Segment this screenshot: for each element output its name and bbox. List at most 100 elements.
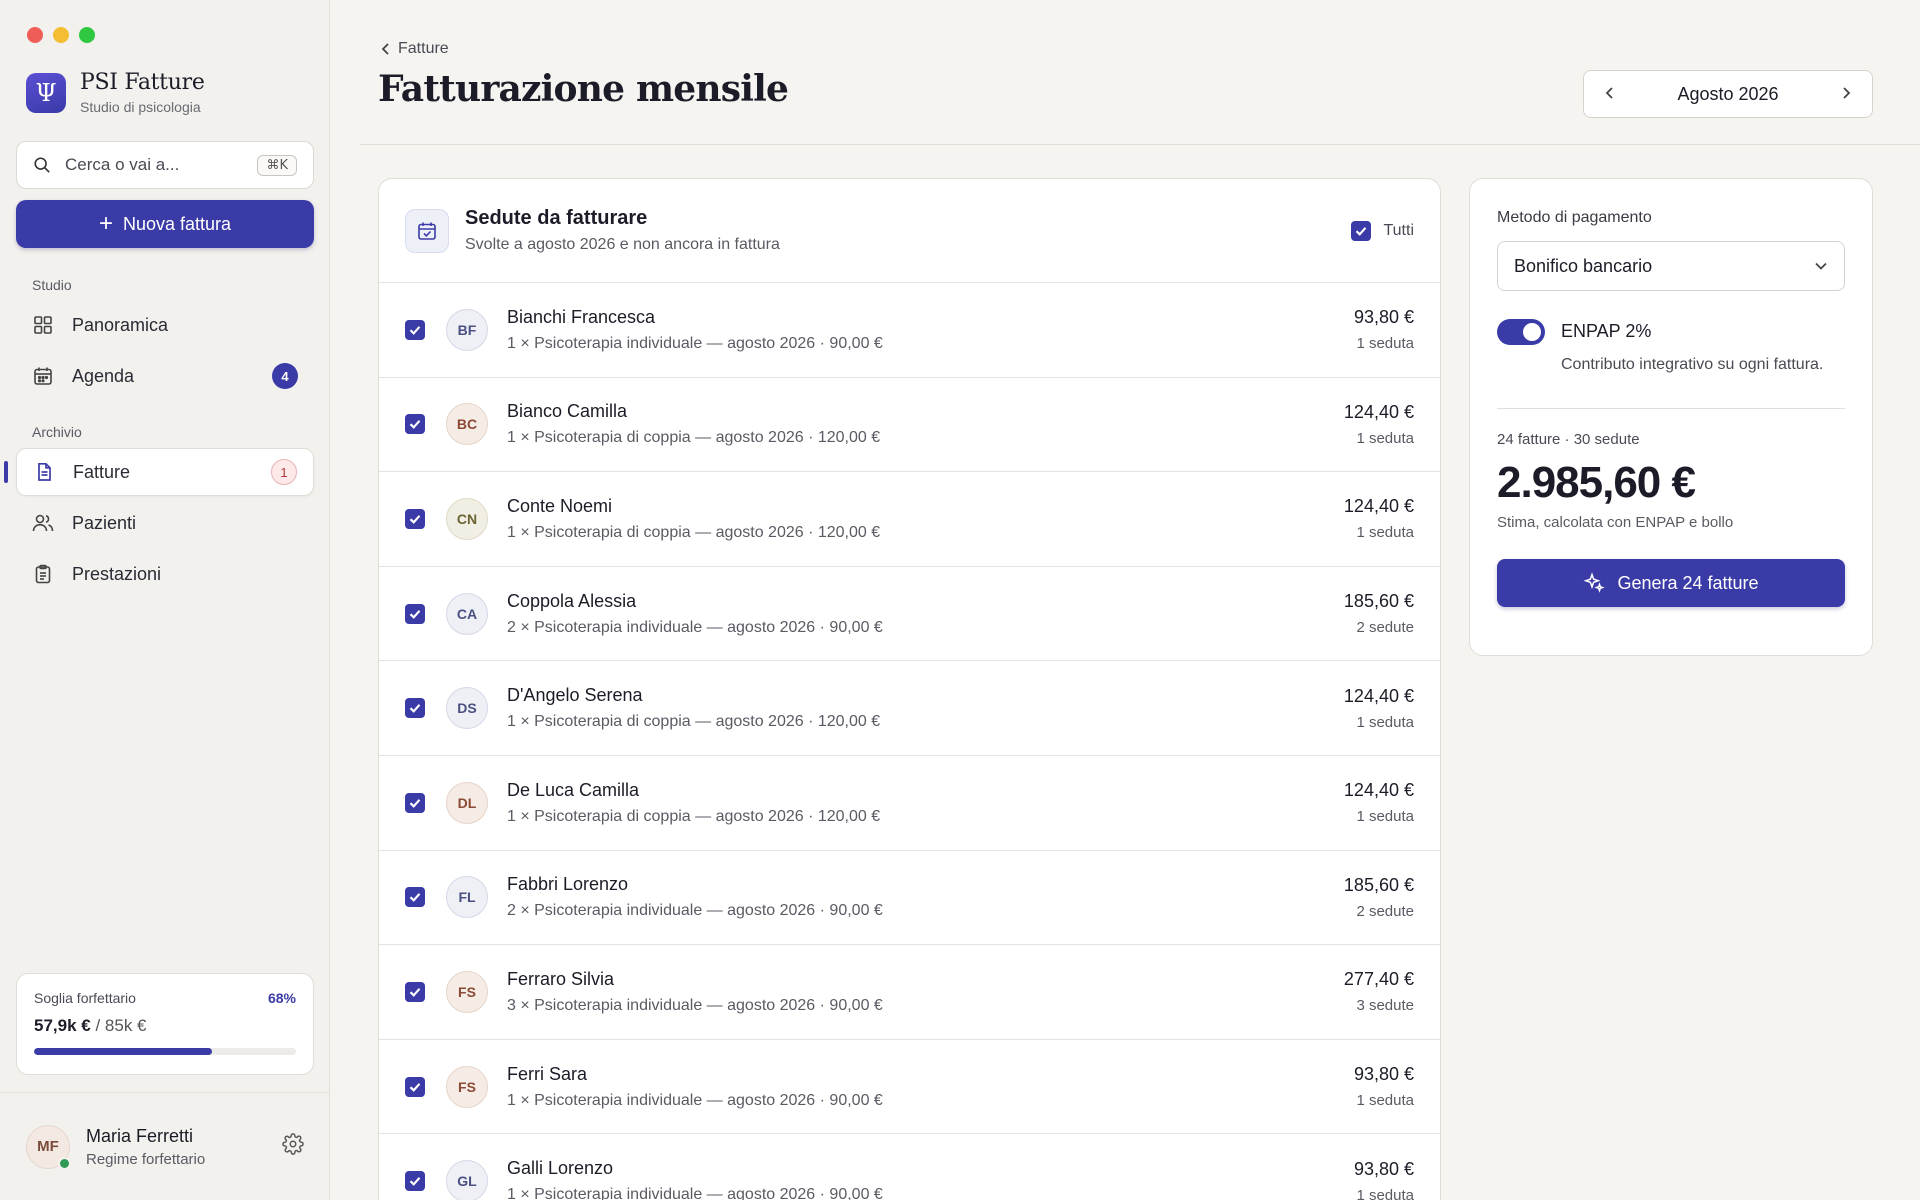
summary-note: Stima, calcolata con ENPAP e bollo	[1497, 514, 1734, 531]
header-divider	[360, 144, 1920, 145]
table-row[interactable]: CA Coppola Alessia 2 × Psicoterapia indivi…	[379, 567, 1440, 662]
check-icon	[1356, 226, 1367, 236]
session-count: 1 seduta	[1356, 335, 1414, 353]
row-amount: 93,80 €	[1353, 1158, 1414, 1179]
session-description: 1 × Psicoterapia di coppia — agosto 2026…	[507, 807, 881, 825]
summary-counts: 24 fatture · 30 sedute	[1497, 431, 1640, 448]
patient-name: Ferraro Silvia	[507, 968, 615, 989]
search-input[interactable]: Cerca o vai a... ⌘K	[16, 141, 314, 189]
sidebar-item-prestazioni[interactable]: Prestazioni	[16, 550, 314, 598]
row-checkbox[interactable]	[405, 603, 425, 624]
table-row[interactable]: BF Bianchi Francesca 1 × Psicoterapia indi…	[379, 283, 1440, 378]
session-count: 2 sedute	[1356, 619, 1414, 637]
row-checkbox[interactable]	[405, 319, 425, 340]
session-description: 1 × Psicoterapia di coppia — agosto 2026…	[507, 429, 881, 447]
session-description: 1 × Psicoterapia individuale — agosto 20…	[507, 334, 883, 352]
row-checkbox[interactable]	[405, 414, 425, 435]
row-amount: 93,80 €	[1353, 307, 1414, 328]
avatar[interactable]: MF	[26, 1124, 71, 1170]
check-icon	[409, 1082, 421, 1092]
check-icon	[409, 798, 421, 808]
table-row[interactable]: CN Conte Noemi 1 × Psicoterapia di coppia …	[379, 472, 1440, 567]
table-row[interactable]: DS D'Angelo Serena 1 × Psicoterapia di cop…	[379, 661, 1440, 756]
enpap-description: Contributo integrativo su ogni fattura.	[1561, 356, 1824, 373]
row-checkbox[interactable]	[405, 981, 425, 1002]
patient-name: D'Angelo Serena	[507, 685, 643, 706]
sidebar-item-agenda[interactable]: Agenda 4	[16, 352, 314, 400]
check-icon	[409, 1177, 421, 1187]
sidebar-item-fatture[interactable]: Fatture 1	[16, 448, 314, 496]
next-month-button[interactable]	[1836, 84, 1856, 105]
session-count: 3 sedute	[1356, 997, 1414, 1015]
online-status-dot	[58, 1156, 71, 1170]
new-invoice-label: Nuova fattura	[122, 213, 232, 234]
checkbox-checked	[1351, 220, 1372, 241]
breadcrumb[interactable]: Fatture	[380, 40, 449, 58]
search-icon	[34, 157, 50, 173]
new-invoice-button[interactable]: + Nuova fattura	[16, 200, 314, 248]
app-name: PSI Fatture	[80, 70, 205, 95]
threshold-percent: 68%	[267, 990, 296, 1006]
check-icon	[409, 609, 421, 619]
table-row[interactable]: BC Bianco Camilla 1 × Psicoterapia di copp…	[379, 378, 1440, 473]
sidebar-item-label: Agenda	[72, 365, 135, 386]
payment-method-value: Bonifico bancario	[1514, 255, 1653, 276]
page-title: Fatturazione mensile	[378, 68, 789, 110]
section-label-studio: Studio	[32, 277, 72, 293]
row-checkbox[interactable]	[405, 698, 425, 719]
table-row[interactable]: FS Ferraro Silvia 3 × Psicoterapia individ…	[379, 945, 1440, 1040]
agenda-count-badge: 4	[272, 363, 298, 389]
sidebar-item-panoramica[interactable]: Panoramica	[16, 301, 314, 349]
select-all-label: Tutti	[1383, 221, 1414, 239]
payment-method-select[interactable]: Bonifico bancario	[1497, 241, 1845, 291]
patient-avatar: FL	[446, 876, 488, 919]
avatar-initials: MF	[37, 1138, 59, 1155]
generate-invoices-label: Genera 24 fatture	[1617, 572, 1759, 593]
table-row[interactable]: GL Galli Lorenzo 1 × Psicoterapia individu…	[379, 1134, 1440, 1200]
plus-icon: +	[98, 210, 113, 237]
row-checkbox[interactable]	[405, 887, 425, 908]
threshold-progress-bar	[34, 1048, 296, 1055]
session-description: 3 × Psicoterapia individuale — agosto 20…	[507, 996, 883, 1014]
patient-name: Fabbri Lorenzo	[507, 874, 629, 895]
generate-invoices-button[interactable]: Genera 24 fatture	[1497, 559, 1845, 607]
patient-avatar: BC	[446, 403, 488, 446]
table-row[interactable]: FL Fabbri Lorenzo 2 × Psicoterapia individ…	[379, 851, 1440, 946]
session-count: 1 seduta	[1356, 524, 1414, 542]
select-all-checkbox[interactable]: Tutti	[1351, 220, 1414, 241]
zoom-window-button[interactable]	[79, 27, 95, 43]
threshold-limit: / 85k €	[95, 1016, 147, 1035]
user-regime: Regime forfettario	[86, 1150, 206, 1168]
table-row[interactable]: FS Ferri Sara 1 × Psicoterapia individuale…	[379, 1040, 1440, 1135]
row-checkbox[interactable]	[405, 508, 425, 529]
check-icon	[409, 988, 421, 997]
row-checkbox[interactable]	[405, 1171, 425, 1192]
close-window-button[interactable]	[27, 27, 43, 43]
list-subtitle: Svolte a agosto 2026 e non ancora in fat…	[465, 236, 780, 253]
active-indicator	[4, 461, 8, 483]
check-icon	[409, 893, 421, 903]
prev-month-button[interactable]	[1600, 84, 1620, 105]
chevron-down-icon	[1815, 262, 1827, 270]
sidebar-item-pazienti[interactable]: Pazienti	[16, 499, 314, 547]
check-icon	[409, 420, 421, 430]
patient-name: Coppola Alessia	[507, 590, 637, 611]
calendar-check-icon	[405, 208, 449, 253]
table-row[interactable]: DL De Luca Camilla 1 × Psicoterapia di cop…	[379, 756, 1440, 851]
brand: Ψ PSI Fatture Studio di psicologia	[26, 70, 205, 115]
session-description: 2 × Psicoterapia individuale — agosto 20…	[507, 902, 883, 920]
gear-icon[interactable]	[282, 1133, 304, 1160]
breadcrumb-label: Fatture	[398, 40, 449, 57]
row-checkbox[interactable]	[405, 792, 425, 813]
patient-avatar: CN	[446, 497, 488, 540]
patient-avatar: DS	[446, 687, 488, 730]
sidebar-item-label: Panoramica	[72, 314, 169, 335]
patient-avatar: GL	[446, 1160, 488, 1200]
enpap-toggle[interactable]	[1497, 319, 1545, 345]
row-checkbox[interactable]	[405, 1076, 425, 1097]
users-icon	[32, 512, 54, 534]
session-description: 2 × Psicoterapia individuale — agosto 20…	[507, 618, 883, 636]
month-selector: Agosto 2026	[1583, 70, 1873, 118]
list-header: Sedute da fatturare Svolte a agosto 2026…	[379, 179, 1440, 283]
minimize-window-button[interactable]	[53, 27, 69, 43]
